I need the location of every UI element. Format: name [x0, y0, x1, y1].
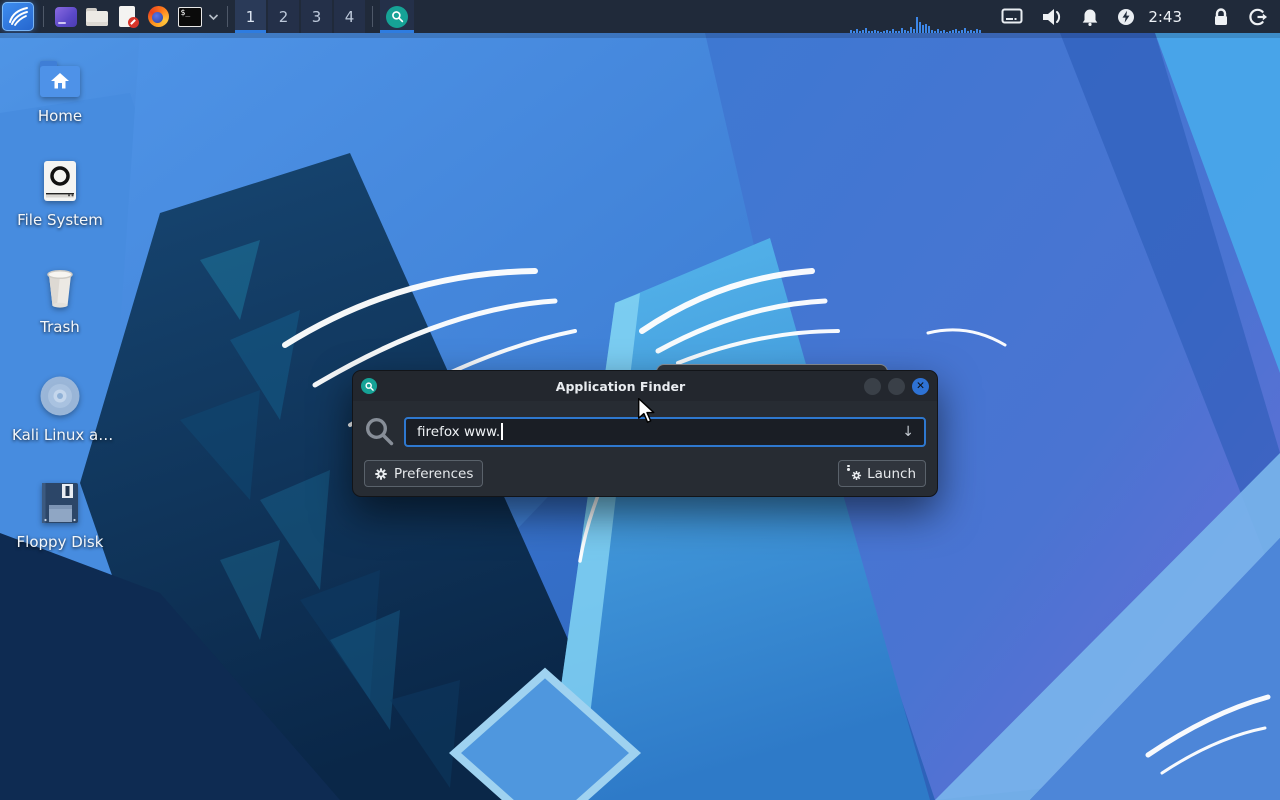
- text-editor-launcher[interactable]: [112, 0, 143, 33]
- hard-drive-icon: [12, 158, 108, 202]
- firefox-launcher[interactable]: [143, 0, 174, 33]
- search-input-value: firefox www.: [417, 424, 500, 440]
- launch-button[interactable]: Launch: [838, 460, 926, 487]
- desktop-icon-floppy[interactable]: Floppy Disk: [12, 480, 108, 551]
- workspace-label: 2: [279, 8, 289, 26]
- desktop-icon-label: Floppy Disk: [12, 533, 108, 551]
- notifications-bell-icon: [1081, 8, 1099, 26]
- desktop-icon-label: Home: [12, 107, 108, 125]
- workspace-button-1[interactable]: 1: [235, 0, 266, 33]
- lock-screen-button[interactable]: [1212, 7, 1230, 27]
- launcher-chevron-button[interactable]: [205, 0, 221, 33]
- terminal-launcher[interactable]: $_: [174, 0, 205, 33]
- desktop-icon-kali-cd[interactable]: Kali Linux a…: [12, 373, 108, 444]
- desktop-icon-trash[interactable]: Trash: [12, 265, 108, 336]
- logout-button[interactable]: [1248, 8, 1268, 26]
- text-editor-icon: [119, 6, 137, 27]
- minimize-button[interactable]: [864, 378, 881, 395]
- launch-icon: [848, 467, 861, 481]
- desktop-icon-label: Trash: [12, 318, 108, 336]
- panel-separator: [43, 6, 44, 27]
- workspace-button-3[interactable]: 3: [301, 0, 332, 33]
- floppy-disk-icon: [12, 480, 108, 524]
- kali-menu-button[interactable]: [2, 2, 34, 31]
- window-title: Application Finder: [377, 379, 864, 394]
- application-finder-taskbar-button[interactable]: [380, 0, 414, 33]
- home-folder-icon: [12, 54, 108, 98]
- workspace-label: 4: [345, 8, 355, 26]
- close-icon: ✕: [916, 380, 925, 392]
- chevron-down-icon: [208, 13, 219, 21]
- terminal-purple-launcher[interactable]: [50, 0, 81, 33]
- preferences-label: Preferences: [394, 466, 473, 482]
- optical-disc-icon: [12, 373, 108, 417]
- preferences-button[interactable]: Preferences: [364, 460, 483, 487]
- display-icon: [1001, 8, 1023, 26]
- system-tray: 2:43: [850, 0, 1280, 33]
- desktop-icon-label: Kali Linux a…: [12, 426, 108, 444]
- titlebar[interactable]: Application Finder ✕: [353, 371, 937, 401]
- desktop-icon-label: File System: [12, 211, 108, 229]
- trash-icon: [12, 265, 108, 309]
- search-input[interactable]: firefox www. ↓: [404, 417, 926, 447]
- workspace-label: 1: [246, 8, 256, 26]
- kali-logo-icon: [6, 3, 30, 31]
- workspace-label: 3: [312, 8, 322, 26]
- text-caret: [501, 423, 503, 440]
- terminal-icon: $_: [178, 7, 202, 27]
- notifications-tray-button[interactable]: [1081, 8, 1099, 26]
- workspace-button-2[interactable]: 2: [268, 0, 299, 33]
- application-finder-magnifier-icon: [386, 6, 408, 28]
- close-button[interactable]: ✕: [912, 378, 929, 395]
- panel-separator: [372, 6, 373, 27]
- application-finder-window: Application Finder ✕ firefox www. ↓: [352, 370, 938, 497]
- gear-icon: [374, 467, 388, 481]
- panel-separator: [227, 6, 228, 27]
- power-manager-tray-button[interactable]: [1117, 8, 1135, 26]
- maximize-button[interactable]: [888, 378, 905, 395]
- desktop-icon-home[interactable]: Home: [12, 54, 108, 125]
- top-panel: $_ 1 2 3 4: [0, 0, 1280, 33]
- volume-tray-button[interactable]: [1041, 8, 1063, 26]
- power-manager-icon: [1117, 8, 1135, 26]
- workspace-button-4[interactable]: 4: [334, 0, 365, 33]
- desktop-icon-file-system[interactable]: File System: [12, 158, 108, 229]
- search-icon: [364, 416, 395, 447]
- panel-clock[interactable]: 2:43: [1148, 8, 1182, 26]
- lock-icon: [1212, 7, 1230, 27]
- display-tray-button[interactable]: [1001, 8, 1023, 26]
- firefox-icon: [148, 6, 169, 27]
- cpu-graph[interactable]: [850, 0, 982, 33]
- file-manager-icon: [86, 8, 108, 26]
- dropdown-arrow-icon[interactable]: ↓: [902, 424, 914, 440]
- file-manager-launcher[interactable]: [81, 0, 112, 33]
- volume-icon: [1041, 8, 1063, 26]
- terminal-purple-icon: [55, 7, 77, 27]
- logout-icon: [1248, 8, 1268, 26]
- launch-label: Launch: [867, 466, 916, 482]
- application-finder-magnifier-icon: [361, 378, 377, 394]
